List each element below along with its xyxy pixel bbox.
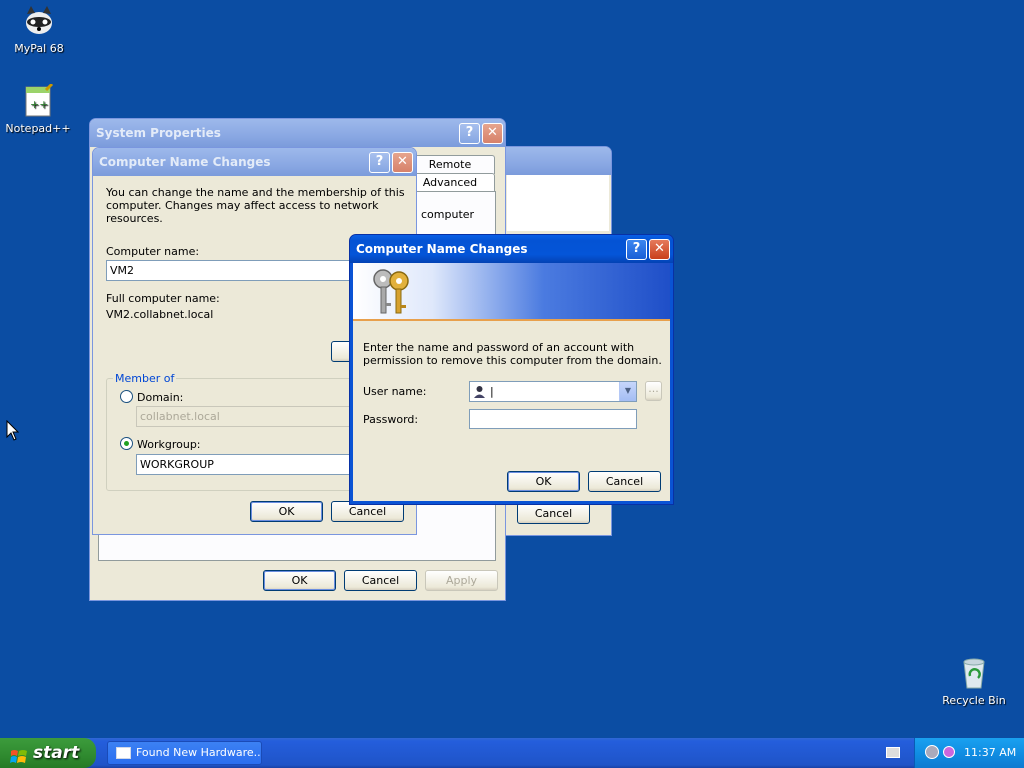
browse-button[interactable]: ... (645, 381, 662, 401)
window-title: Computer Name Changes (356, 242, 528, 256)
desktop-icon-label: Recycle Bin (942, 694, 1006, 707)
desktop-icon-label: MyPal 68 (14, 42, 64, 55)
taskbar-item-found-new-hardware[interactable]: Found New Hardware... (107, 741, 262, 765)
domain-label: Domain: (137, 391, 184, 404)
taskbar: start Found New Hardware... 11:37 AM (0, 738, 1024, 768)
username-combobox[interactable]: | ▼ (469, 381, 637, 402)
start-button[interactable]: start (0, 738, 96, 768)
desktop-icon-label: Notepad++ (5, 122, 71, 135)
domain-radio[interactable] (120, 390, 133, 403)
windows-logo-icon (10, 745, 28, 763)
workgroup-radio[interactable] (120, 437, 133, 450)
credentials-body: Enter the name and password of an accoun… (353, 263, 670, 501)
username-label: User name: (363, 385, 427, 398)
close-button[interactable]: ✕ (482, 123, 503, 144)
desktop-icon-mypal[interactable]: MyPal 68 (0, 4, 79, 55)
tray-icon[interactable] (943, 746, 955, 758)
computer-name-label: Computer name: (106, 245, 200, 258)
full-name-label: Full computer name: (106, 292, 220, 305)
desktop-icon-recycle-bin[interactable]: Recycle Bin (934, 656, 1014, 707)
credentials-titlebar[interactable]: Computer Name Changes ? ✕ (350, 235, 673, 263)
password-label: Password: (363, 413, 419, 426)
window-title: Computer Name Changes (99, 155, 271, 169)
workgroup-label: Workgroup: (137, 438, 201, 451)
system-properties-titlebar[interactable]: System Properties ? ✕ (90, 119, 505, 147)
intro-text: You can change the name and the membersh… (106, 186, 405, 225)
credentials-message: Enter the name and password of an accoun… (363, 341, 662, 367)
window-icon (116, 747, 131, 759)
help-button[interactable]: ? (369, 152, 390, 173)
cancel-button[interactable]: Cancel (344, 570, 417, 591)
password-field[interactable] (469, 409, 637, 429)
user-icon (473, 385, 486, 398)
mouse-cursor-icon (6, 419, 20, 444)
username-value: | (490, 385, 494, 398)
chevron-down-icon[interactable]: ▼ (619, 382, 636, 401)
close-button[interactable]: ✕ (649, 239, 670, 260)
tab-panel-text: computer (421, 208, 475, 221)
full-name-value: VM2.collabnet.local (106, 308, 214, 321)
close-button[interactable]: ✕ (392, 152, 413, 173)
recycle-bin-icon (957, 656, 991, 690)
background-cancel-button[interactable]: Cancel (517, 503, 590, 524)
notepadpp-icon: ++ (21, 82, 55, 118)
member-of-label: Member of (113, 372, 177, 385)
ok-button[interactable]: OK (250, 501, 323, 522)
ok-button[interactable]: OK (507, 471, 580, 492)
desktop-icon-notepadpp[interactable]: ++ Notepad++ (0, 82, 78, 135)
taskbar-item-label: Found New Hardware... (136, 746, 262, 759)
ok-button[interactable]: OK (263, 570, 336, 591)
network-icon[interactable] (925, 745, 939, 759)
keys-icon (369, 267, 415, 320)
credentials-dialog: Computer Name Changes ? ✕ Enter the name… (349, 234, 674, 505)
clock[interactable]: 11:37 AM (964, 738, 1016, 768)
system-tray: 11:37 AM (914, 738, 1024, 768)
raccoon-icon (22, 4, 56, 38)
help-button[interactable]: ? (459, 123, 480, 144)
credentials-banner (353, 263, 670, 321)
cancel-button[interactable]: Cancel (588, 471, 661, 492)
apply-button[interactable]: Apply (425, 570, 498, 591)
tab-remote[interactable]: Remote (405, 155, 495, 174)
computer-name-changes-titlebar[interactable]: Computer Name Changes ? ✕ (93, 148, 416, 176)
tab-advanced[interactable]: Advanced (405, 173, 495, 192)
window-title: System Properties (96, 126, 221, 140)
help-button[interactable]: ? (626, 239, 647, 260)
start-label: start (33, 743, 80, 763)
keyboard-icon[interactable] (886, 747, 900, 758)
svg-text:++: ++ (30, 98, 48, 111)
background-dialog-content (507, 175, 609, 231)
